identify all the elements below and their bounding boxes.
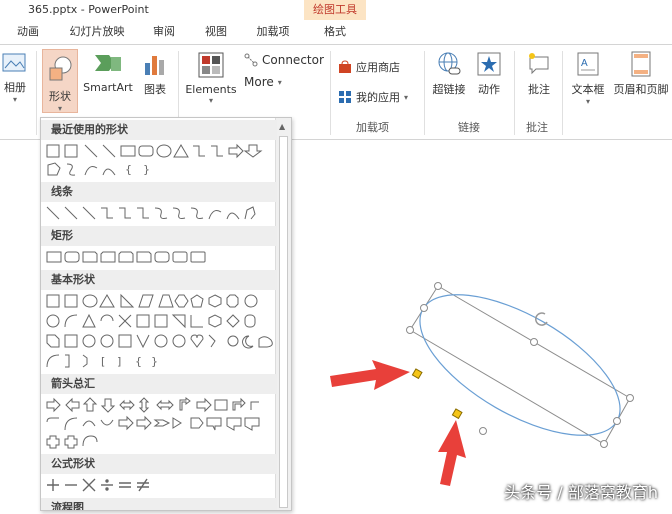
block-arrows-grid[interactable] (45, 396, 277, 452)
dropdown-scrollbar[interactable]: ▲ (275, 118, 291, 511)
divider (424, 51, 425, 135)
resize-handle[interactable] (531, 339, 538, 346)
office-store-button[interactable]: 应用商店 (338, 59, 400, 75)
svg-text:A: A (581, 58, 588, 69)
divider (514, 51, 515, 135)
tab-view[interactable]: 视图 (198, 20, 234, 44)
photo-album-button[interactable]: 相册 ▾ (0, 51, 30, 111)
photo-album-icon (2, 51, 28, 75)
ellipse-shape[interactable] (399, 267, 642, 464)
store-label: 应用商店 (356, 59, 400, 75)
divider (330, 51, 331, 135)
header-footer-label: 页眉和页脚 (614, 83, 669, 96)
elements-button[interactable]: Elements ▾ (184, 51, 238, 113)
links-group-label: 链接 (458, 119, 480, 135)
resize-handle[interactable] (407, 327, 414, 334)
more-label: More (244, 75, 274, 89)
section-rectangles: 矩形 (41, 226, 277, 246)
section-equation-shapes: 公式形状 (41, 454, 277, 474)
ribbon-tab-bar: 动画 幻灯片放映 审阅 视图 加载项 格式 (0, 20, 672, 44)
window-title: 365.pptx - PowerPoint (28, 3, 149, 16)
tab-slideshow[interactable]: 幻灯片放映 (62, 20, 132, 44)
scroll-thumb[interactable] (279, 136, 288, 508)
dropdown-arrow-icon: ▾ (278, 78, 282, 87)
my-apps-label: 我的应用 (356, 89, 400, 105)
action-star-icon (476, 51, 502, 77)
my-apps-icon (338, 90, 352, 104)
elements-icon (197, 51, 225, 79)
resize-handle[interactable] (480, 428, 487, 435)
divider (36, 51, 37, 135)
my-apps-button[interactable]: 我的应用 ▾ (338, 89, 408, 105)
shapes-dropdown[interactable]: ▲ 最近使用的形状 {} 线条 矩形 (40, 117, 292, 511)
adjust-handle[interactable] (452, 409, 462, 419)
scroll-up-icon[interactable]: ▲ (279, 122, 285, 131)
comments-group-label: 批注 (526, 119, 548, 135)
dropdown-arrow-icon: ▾ (404, 93, 408, 102)
header-footer-icon (629, 51, 653, 77)
tab-addins[interactable]: 加载项 (250, 20, 296, 44)
recent-shapes-row2[interactable]: {} (45, 160, 277, 178)
svg-text:{: { (135, 355, 142, 368)
resize-handle[interactable] (435, 283, 442, 290)
smartart-button[interactable]: SmartArt (80, 51, 136, 111)
smartart-label: SmartArt (83, 81, 133, 94)
store-icon (338, 60, 352, 74)
svg-text:}: } (151, 355, 158, 368)
smartart-icon (93, 51, 123, 77)
hyperlink-button[interactable]: 超链接 (430, 51, 468, 111)
hyperlink-globe-icon (436, 51, 462, 77)
resize-handle[interactable] (421, 305, 428, 312)
red-arrow-annotation (330, 360, 410, 390)
shapes-button[interactable]: 形状 ▾ (42, 49, 78, 113)
equation-shapes-row[interactable] (45, 476, 277, 494)
textbox-icon: A (575, 51, 601, 77)
red-arrow-annotation (438, 420, 466, 486)
action-button[interactable]: 动作 (472, 51, 506, 111)
header-footer-button[interactable]: 页眉和页脚 (610, 51, 672, 111)
shapes-icon (45, 54, 75, 84)
connector-button[interactable]: Connector (244, 53, 324, 67)
section-basic-shapes: 基本形状 (41, 270, 277, 290)
chart-icon (142, 51, 168, 77)
basic-shapes-grid[interactable]: [] {} (45, 292, 277, 372)
tab-review[interactable]: 审阅 (146, 20, 182, 44)
tab-format[interactable]: 格式 (310, 20, 360, 44)
chart-label: 图表 (144, 83, 166, 96)
watermark: 头条号 / 部落窝教育h (504, 479, 658, 503)
elements-label: Elements (185, 83, 236, 96)
shapes-label: 形状 (49, 90, 71, 103)
tab-animations[interactable]: 动画 (10, 20, 46, 44)
section-lines: 线条 (41, 182, 277, 202)
recent-shapes-row1[interactable] (45, 142, 277, 160)
adjust-handle[interactable] (412, 369, 422, 379)
divider (562, 51, 563, 135)
lines-row[interactable] (45, 204, 277, 222)
section-block-arrows: 箭头总汇 (41, 374, 277, 394)
connector-label: Connector (262, 53, 324, 67)
rectangles-row[interactable] (45, 248, 277, 266)
addins-group-label: 加载项 (356, 119, 389, 135)
chart-button[interactable]: 图表 (138, 51, 172, 111)
resize-handle[interactable] (627, 395, 634, 402)
svg-text:[: [ (101, 355, 105, 368)
hyperlink-label: 超链接 (433, 83, 466, 96)
drawing-tools-context-label: 绘图工具 (304, 0, 366, 20)
comment-icon (526, 51, 552, 77)
textbox-label: 文本框 (572, 83, 605, 96)
textbox-button[interactable]: A 文本框 ▾ (566, 51, 610, 117)
svg-text:]: ] (117, 355, 121, 368)
resize-handle[interactable] (614, 418, 621, 425)
svg-text:{: { (125, 163, 132, 176)
more-button[interactable]: More ▾ (244, 75, 282, 89)
connector-icon (244, 53, 258, 67)
action-label: 动作 (478, 83, 500, 96)
photo-album-label: 相册 (4, 81, 26, 94)
section-flowchart: 流程图 (41, 498, 277, 511)
comment-label: 批注 (528, 83, 550, 96)
svg-text:}: } (143, 163, 150, 176)
comment-button[interactable]: 批注 (520, 51, 558, 111)
section-recent: 最近使用的形状 (41, 120, 277, 140)
resize-handle[interactable] (601, 441, 608, 448)
